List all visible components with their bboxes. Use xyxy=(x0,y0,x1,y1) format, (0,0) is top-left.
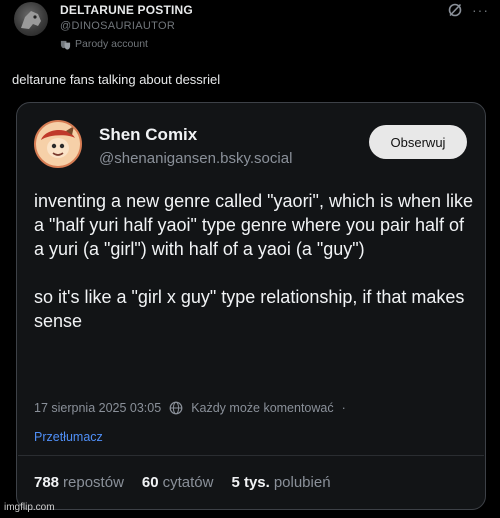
quotes-stat[interactable]: 60 cytatów xyxy=(142,474,214,491)
likes-label: polubień xyxy=(273,474,331,491)
post-caption: deltarune fans talking about dessriel xyxy=(12,72,221,87)
reply-setting[interactable]: Każdy może komentować xyxy=(191,401,333,415)
inner-display-name[interactable]: Shen Comix xyxy=(99,125,197,145)
inner-avatar[interactable] xyxy=(34,120,82,168)
reposts-stat[interactable]: 788 repostów xyxy=(34,474,124,491)
cartoon-avatar-icon xyxy=(36,122,80,166)
quotes-label: cytatów xyxy=(162,474,214,491)
stats-divider xyxy=(18,455,484,456)
post-body: inventing a new genre called "yaori", wh… xyxy=(34,189,479,333)
post-paragraph: inventing a new genre called "yaori", wh… xyxy=(34,191,474,259)
quotes-count: 60 xyxy=(141,474,159,491)
reposts-count: 788 xyxy=(34,474,60,491)
engagement-stats: 788 repostów 60 cytatów 5 tys. polubień xyxy=(34,474,331,491)
globe-icon xyxy=(169,401,183,415)
embedded-post-card[interactable]: Shen Comix @shenanigansen.bsky.social Ob… xyxy=(16,102,486,510)
outer-display-name[interactable]: DELTARUNE POSTING xyxy=(60,3,193,17)
parody-label: Parody account xyxy=(75,38,148,50)
masks-icon xyxy=(60,40,71,50)
outer-handle[interactable]: @DINOSAURIAUTOR xyxy=(60,20,175,32)
post-meta: 17 sierpnia 2025 03:05 Każdy może koment… xyxy=(34,401,346,415)
translate-link[interactable]: Przetłumacz xyxy=(34,430,103,444)
likes-count: 5 tys. xyxy=(231,474,270,491)
meta-separator: · xyxy=(341,401,346,415)
more-icon[interactable]: ··· xyxy=(472,2,489,18)
post-paragraph: so it's like a "girl x guy" type relatio… xyxy=(34,287,465,331)
inner-handle[interactable]: @shenanigansen.bsky.social xyxy=(99,150,292,167)
outer-post-header: DELTARUNE POSTING @DINOSAURIAUTOR Parody… xyxy=(0,0,500,60)
outer-avatar[interactable] xyxy=(14,2,48,36)
reposts-label: repostów xyxy=(63,474,124,491)
follow-button[interactable]: Obserwuj xyxy=(369,125,467,159)
likes-stat[interactable]: 5 tys. polubień xyxy=(231,474,330,491)
post-timestamp[interactable]: 17 sierpnia 2025 03:05 xyxy=(34,401,161,415)
parody-badge: Parody account xyxy=(60,38,148,50)
dinosaur-avatar-icon xyxy=(21,11,41,29)
grok-icon[interactable] xyxy=(447,2,463,18)
imgflip-watermark: imgflip.com xyxy=(4,502,55,513)
